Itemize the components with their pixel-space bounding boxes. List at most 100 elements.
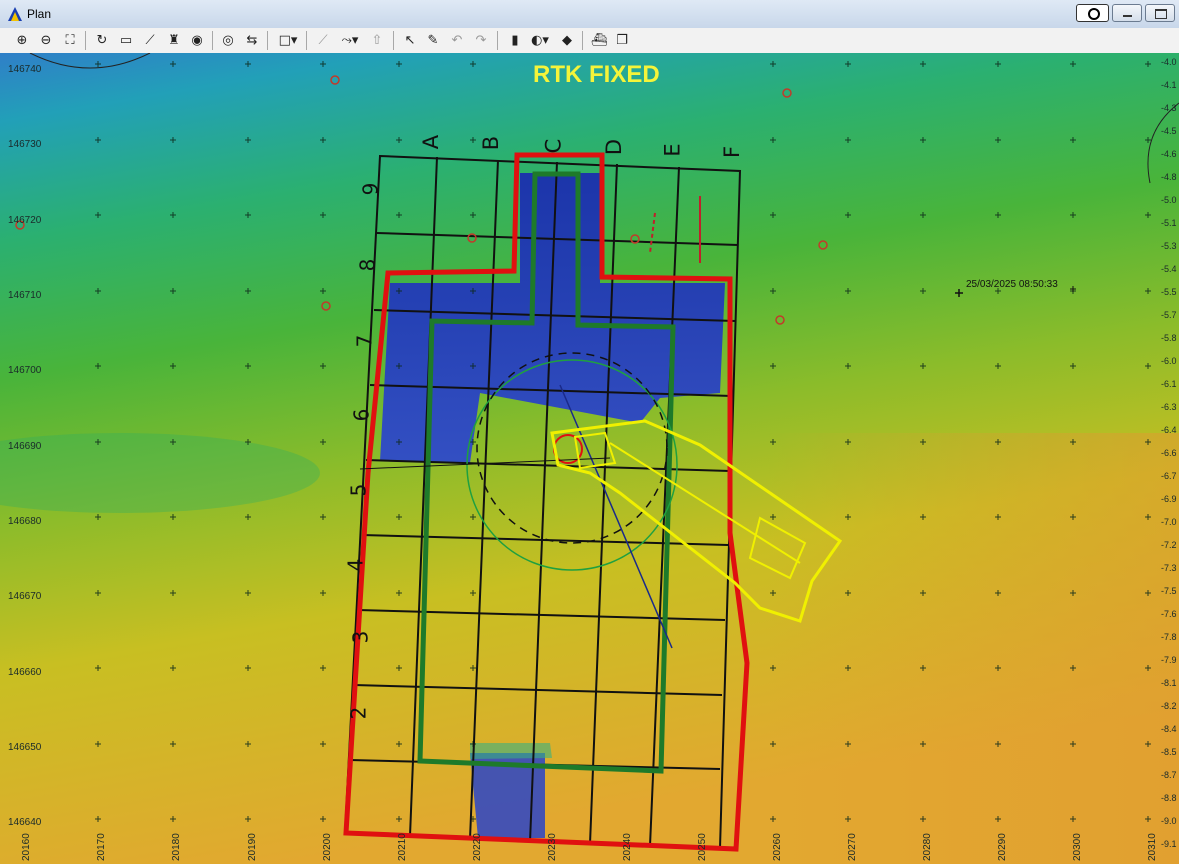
depth-scale-label: -6.4 [1161, 425, 1177, 435]
depth-scale-label: -7.5 [1161, 586, 1177, 596]
grid-toggle-icon[interactable]: ⇆ [242, 31, 262, 50]
bathymetry-surface [0, 53, 1179, 864]
app-icon [8, 7, 22, 21]
easting-label: 20250 [697, 833, 708, 861]
toolbar-separator [306, 31, 307, 50]
depth-scale-label: -8.8 [1161, 793, 1177, 803]
undo-icon[interactable]: ↶ [447, 31, 467, 50]
grid-row-label: 9 [358, 182, 383, 196]
surface-icon[interactable]: ◆ [557, 31, 577, 50]
grid-column-label: B [479, 135, 504, 151]
northing-label: 146700 [8, 365, 42, 376]
vessel-icon[interactable]: ⛴ [589, 31, 609, 50]
plan-map-view[interactable]: RTK FIXED 25/03/2025 08:50:33 A B C D E … [0, 53, 1179, 864]
layers-icon[interactable]: ◉ [187, 31, 207, 50]
depth-scale-label: -4.8 [1161, 172, 1177, 182]
northing-label: 146680 [8, 516, 42, 527]
northing-label: 146730 [8, 139, 42, 150]
color-settings-icon[interactable]: ◐▾ [527, 31, 553, 50]
toolbar-separator [212, 31, 213, 50]
northing-label: 146720 [8, 215, 42, 226]
depth-scale-label: -9.0 [1161, 816, 1177, 826]
depth-scale-label: -6.1 [1161, 379, 1177, 389]
color-scale-icon[interactable]: ▮ [505, 31, 525, 50]
pointer-icon[interactable]: ↖ [400, 31, 420, 50]
grid-column-label: E [660, 143, 685, 157]
timestamp-label: 25/03/2025 08:50:33 [966, 279, 1058, 290]
depth-scale-label: -5.3 [1161, 241, 1177, 251]
route-icon[interactable]: ⤳▾ [337, 31, 363, 50]
depth-scale-label: -7.3 [1161, 563, 1177, 573]
marker-icon[interactable]: ♜ [164, 31, 184, 50]
edit-icon[interactable]: ✎ [423, 31, 443, 50]
easting-label: 20230 [547, 833, 558, 861]
grid-row-label: 2 [346, 706, 371, 720]
minimize-button[interactable] [1112, 4, 1142, 22]
depth-scale-label: -4.5 [1161, 126, 1177, 136]
draw-line-icon[interactable]: ⟋ [313, 31, 333, 50]
depth-scale-label: -6.6 [1161, 448, 1177, 458]
northing-label: 146650 [8, 742, 42, 753]
northing-label: 146740 [8, 64, 42, 75]
depth-scale-label: -5.1 [1161, 218, 1177, 228]
depth-scale-label: -5.0 [1161, 195, 1177, 205]
depth-scale-label: -7.9 [1161, 655, 1177, 665]
depth-scale-label: -8.7 [1161, 770, 1177, 780]
track-icon[interactable]: ◎ [218, 31, 238, 50]
easting-label: 20310 [1147, 833, 1158, 861]
grid-row-label: 4 [343, 558, 368, 572]
grid-column-label: F [720, 145, 745, 159]
redo-icon[interactable]: ↷ [471, 31, 491, 50]
depth-scale-label: -9.1 [1161, 839, 1177, 849]
northing-label: 146640 [8, 817, 42, 828]
toolbar-separator [497, 31, 498, 50]
easting-label: 20170 [96, 833, 107, 861]
depth-scale-label: -5.8 [1161, 333, 1177, 343]
windows-icon[interactable]: ❐ [612, 31, 632, 50]
maximize-button[interactable] [1145, 4, 1175, 22]
grid-row-label: 3 [348, 630, 373, 644]
easting-label: 20280 [922, 833, 933, 861]
depth-scale-label: -8.2 [1161, 701, 1177, 711]
window-title: Plan [27, 7, 52, 21]
easting-label: 20200 [322, 833, 333, 861]
toolbar-separator [393, 31, 394, 50]
easting-label: 20260 [772, 833, 783, 861]
easting-label: 20240 [622, 833, 633, 861]
toolbar-separator [85, 31, 86, 50]
depth-scale-label: -4.1 [1161, 80, 1177, 90]
easting-label: 20270 [847, 833, 858, 861]
depth-scale-label: -4.6 [1161, 149, 1177, 159]
easting-label: 20220 [472, 833, 483, 861]
grid-row-label: 8 [355, 258, 380, 272]
grid-column-label: D [602, 138, 627, 156]
zoom-extent-icon[interactable]: ⛶ [60, 31, 80, 50]
easting-label: 20190 [247, 833, 258, 861]
easting-label: 20210 [397, 833, 408, 861]
depth-scale-label: -6.0 [1161, 356, 1177, 366]
northing-label: 146660 [8, 667, 42, 678]
depth-scale-label: -6.9 [1161, 494, 1177, 504]
window-titlebar: Plan [0, 0, 1179, 29]
depth-scale-label: -6.3 [1161, 402, 1177, 412]
northing-label: 146670 [8, 591, 42, 602]
depth-scale-label: -4.3 [1161, 103, 1177, 113]
zoom-in-icon[interactable]: ⊕ [12, 31, 32, 50]
measure-icon[interactable]: ▭ [116, 31, 136, 50]
depth-scale-label: -4.0 [1161, 57, 1177, 67]
rotate-icon[interactable]: ↻ [92, 31, 112, 50]
northing-label: 146690 [8, 441, 42, 452]
depth-scale-label: -5.7 [1161, 310, 1177, 320]
northing-label: 146710 [8, 290, 42, 301]
depth-scale-label: -8.5 [1161, 747, 1177, 757]
grid-row-label: 5 [346, 483, 371, 497]
grid-row-label: 7 [352, 334, 377, 348]
grid-row-label: 6 [349, 408, 374, 422]
toolbar-separator [582, 31, 583, 50]
zoom-out-icon[interactable]: ⊖ [36, 31, 56, 50]
waypoint-icon[interactable]: ⇧ [367, 31, 387, 50]
toolbar: ⊕ ⊖ ⛶ ↻ ▭ ⟋ ♜ ◉ ◎ ⇆ □▾ ⟋ ⤳▾ ⇧ ↖ ✎ ↶ ↷ ▮ … [0, 28, 1179, 54]
select-rect-icon[interactable]: □▾ [275, 31, 301, 50]
profile-icon[interactable]: ⟋ [140, 31, 160, 50]
pin-window-button[interactable] [1076, 4, 1109, 22]
